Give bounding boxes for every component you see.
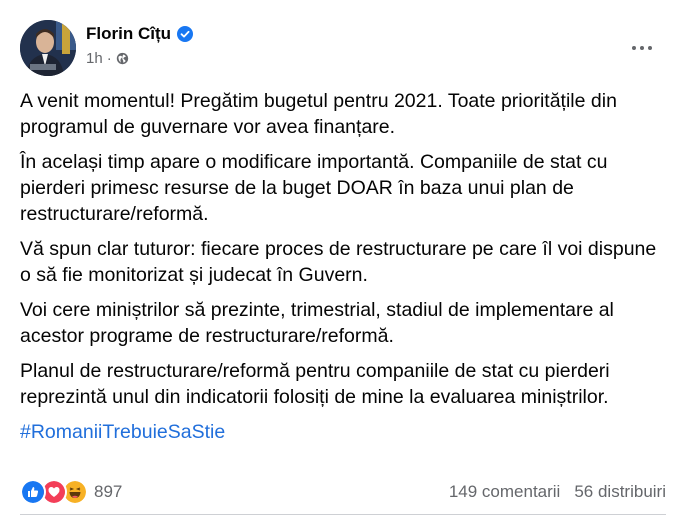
facebook-post: Florin Cîțu 1h · A venit momentul! Pregă… xyxy=(0,0,686,522)
post-content: A venit momentul! Pregătim bugetul pentr… xyxy=(20,88,670,454)
reaction-count: 897 xyxy=(94,482,123,501)
post-paragraph: A venit momentul! Pregătim bugetul pentr… xyxy=(20,90,617,138)
post-meta: 1h · xyxy=(86,50,129,67)
post-header: Florin Cîțu 1h · xyxy=(20,20,666,76)
verified-badge-icon xyxy=(176,26,193,42)
meta-separator: · xyxy=(106,50,112,67)
shares-count-link[interactable]: 56 distribuiri xyxy=(574,482,666,502)
author-name[interactable]: Florin Cîțu xyxy=(86,24,171,44)
post-paragraph: Planul de restructurare/reformă pentru c… xyxy=(20,360,610,408)
more-dot xyxy=(640,46,644,50)
post-paragraph: Voi cere miniștrilor să prezinte, trimes… xyxy=(20,299,614,347)
post-paragraph: Vă spun clar tuturor: fiecare proces de … xyxy=(20,238,657,286)
comments-count-link[interactable]: 149 comentarii xyxy=(449,482,561,502)
reactions-summary[interactable]: 897 xyxy=(20,479,122,505)
hashtag-link[interactable]: #RomaniiTrebuieSaStie xyxy=(20,421,225,443)
like-icon xyxy=(20,479,46,505)
post-paragraph: În același timp apare o modificare impor… xyxy=(20,151,608,225)
footer-divider xyxy=(20,514,666,515)
avatar[interactable] xyxy=(20,20,76,76)
author-row: Florin Cîțu xyxy=(86,24,193,44)
engagement-stats: 149 comentarii 56 distribuiri xyxy=(449,482,666,502)
post-timestamp[interactable]: 1h xyxy=(86,50,103,67)
post-footer: 897 149 comentarii 56 distribuiri xyxy=(20,478,666,506)
public-globe-icon[interactable] xyxy=(116,52,129,65)
more-options-button[interactable] xyxy=(626,32,658,64)
more-dot xyxy=(648,46,652,50)
more-dot xyxy=(632,46,636,50)
